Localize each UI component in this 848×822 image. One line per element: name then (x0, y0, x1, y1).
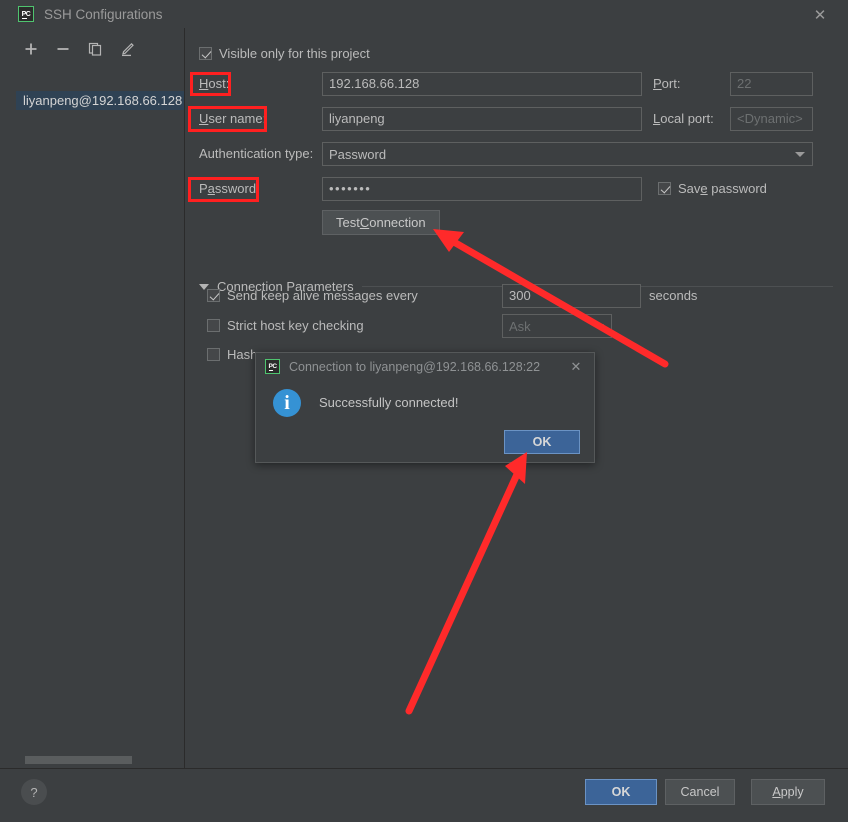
checkbox-box (207, 319, 220, 332)
ssh-configurations-window: PC SSH Configurations ✕ liyanpeng@192.16… (0, 0, 848, 822)
configurations-list: liyanpeng@192.168.66.128 (16, 91, 184, 110)
configurations-sidebar: liyanpeng@192.168.66.128 (0, 28, 185, 768)
checkbox-box (207, 348, 220, 361)
port-input[interactable]: 22 (730, 72, 813, 96)
checkbox-label: Save password (678, 181, 767, 196)
chevron-down-icon (795, 152, 805, 157)
strict-host-key-checking-checkbox[interactable]: Strict host key checking (207, 318, 364, 333)
send-keep-alive-checkbox[interactable]: Send keep alive messages every (207, 288, 418, 303)
scrollbar-thumb[interactable] (25, 756, 132, 764)
strict-host-key-select[interactable]: Ask (502, 314, 612, 338)
dialog-title: Connection to liyanpeng@192.168.66.128:2… (289, 359, 541, 374)
user-name-input[interactable]: liyanpeng (322, 107, 642, 131)
add-button[interactable] (22, 40, 40, 58)
authentication-type-label: Authentication type: (199, 146, 314, 161)
visible-only-for-project-checkbox[interactable]: Visible only for this project (199, 46, 370, 61)
keep-alive-unit-label: seconds (649, 288, 698, 303)
copy-button[interactable] (86, 40, 104, 58)
keep-alive-interval-input[interactable]: 300 (502, 284, 641, 308)
checkbox-label: Send keep alive messages every (227, 288, 418, 303)
chevron-down-icon (594, 324, 604, 329)
checkbox-box (199, 47, 212, 60)
dialog-close-icon[interactable]: ✕ (568, 359, 584, 375)
cancel-button[interactable]: Cancel (665, 779, 735, 805)
checkbox-box (658, 182, 671, 195)
test-connection-button[interactable]: Test Connection (322, 210, 440, 235)
close-icon[interactable]: ✕ (810, 5, 830, 25)
ok-button[interactable]: OK (585, 779, 657, 805)
edit-pencil-button[interactable] (118, 40, 136, 58)
window-titlebar: PC SSH Configurations (0, 0, 848, 28)
info-icon: i (273, 389, 301, 417)
hash-checkbox[interactable]: Hash (207, 347, 257, 362)
checkbox-label: Strict host key checking (227, 318, 364, 333)
pycharm-logo-icon: PC (18, 6, 34, 22)
remove-button[interactable] (54, 40, 72, 58)
local-port-input[interactable]: <Dynamic> (730, 107, 813, 131)
window-title: SSH Configurations (44, 6, 163, 22)
save-password-checkbox[interactable]: Save password (658, 181, 767, 196)
strict-host-key-value: Ask (509, 318, 531, 334)
password-label: Password: (199, 181, 260, 196)
user-name-label: User name: (199, 111, 267, 126)
checkbox-label: Hash (227, 347, 258, 362)
dialog-ok-button[interactable]: OK (504, 430, 580, 454)
host-label: Host: (199, 76, 230, 91)
sidebar-horizontal-scrollbar[interactable] (0, 746, 184, 768)
dialog-message: Successfully connected! (319, 395, 459, 410)
pycharm-logo-icon: PC (265, 359, 280, 374)
checkbox-box (207, 289, 220, 302)
authentication-type-select[interactable]: Password (322, 142, 813, 166)
help-button[interactable]: ? (21, 779, 47, 805)
checkbox-label: Visible only for this project (219, 46, 370, 61)
sidebar-toolbar (22, 40, 136, 58)
authentication-type-value: Password (329, 146, 387, 162)
local-port-label: Local port: (653, 111, 714, 126)
port-label: Port: (653, 76, 681, 91)
apply-button[interactable]: Apply (751, 779, 825, 805)
list-item[interactable]: liyanpeng@192.168.66.128 (16, 91, 184, 110)
password-input[interactable]: ••••••• (322, 177, 642, 201)
host-input[interactable]: 192.168.66.128 (322, 72, 642, 96)
connection-result-dialog: PC Connection to liyanpeng@192.168.66.12… (255, 352, 595, 463)
dialog-titlebar: PC Connection to liyanpeng@192.168.66.12… (256, 353, 594, 380)
